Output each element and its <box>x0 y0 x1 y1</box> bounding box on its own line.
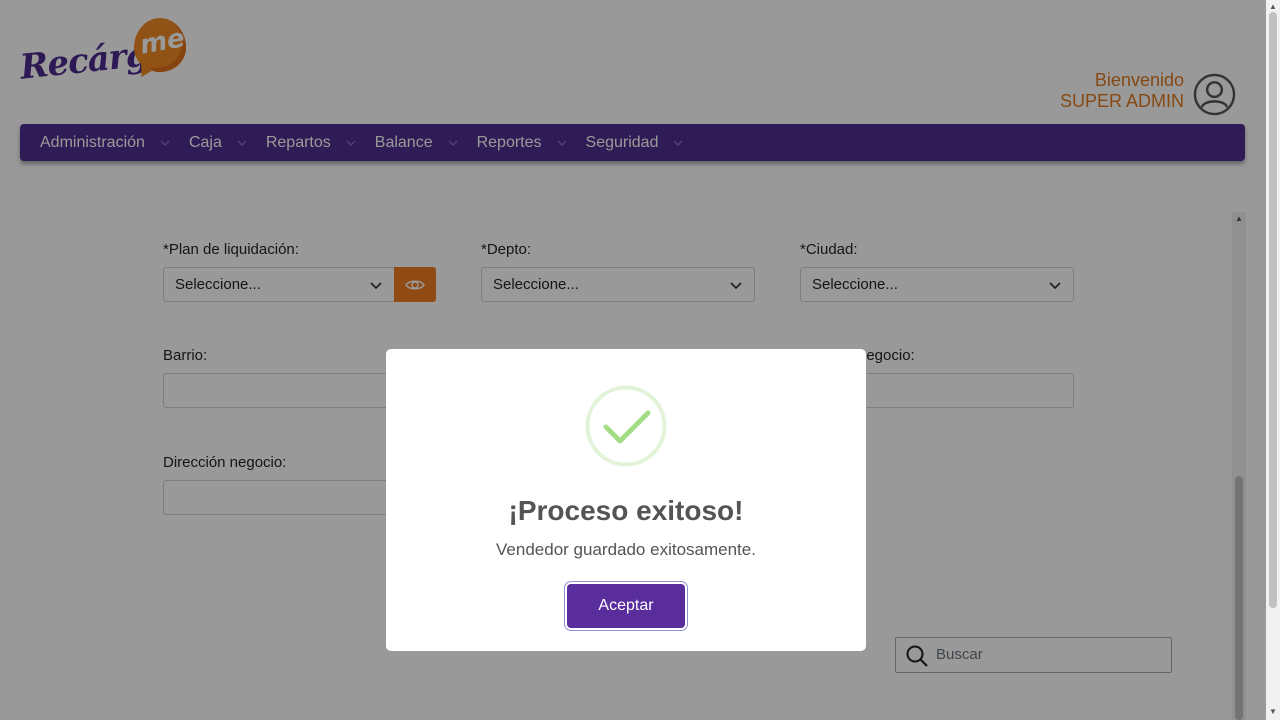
success-dialog: ¡Proceso exitoso! Vendedor guardado exit… <box>386 349 866 651</box>
scroll-down-icon[interactable]: ▼ <box>1269 707 1277 716</box>
scroll-up-icon[interactable]: ▲ <box>1269 2 1277 11</box>
accept-button[interactable]: Aceptar <box>567 584 685 628</box>
page-scrollbar[interactable]: ▲ ▼ <box>1266 0 1280 720</box>
dialog-title: ¡Proceso exitoso! <box>508 495 744 526</box>
dialog-message: Vendedor guardado exitosamente. <box>496 540 756 559</box>
page-scrollbar-thumb[interactable] <box>1269 12 1277 608</box>
success-check-icon <box>585 385 667 467</box>
